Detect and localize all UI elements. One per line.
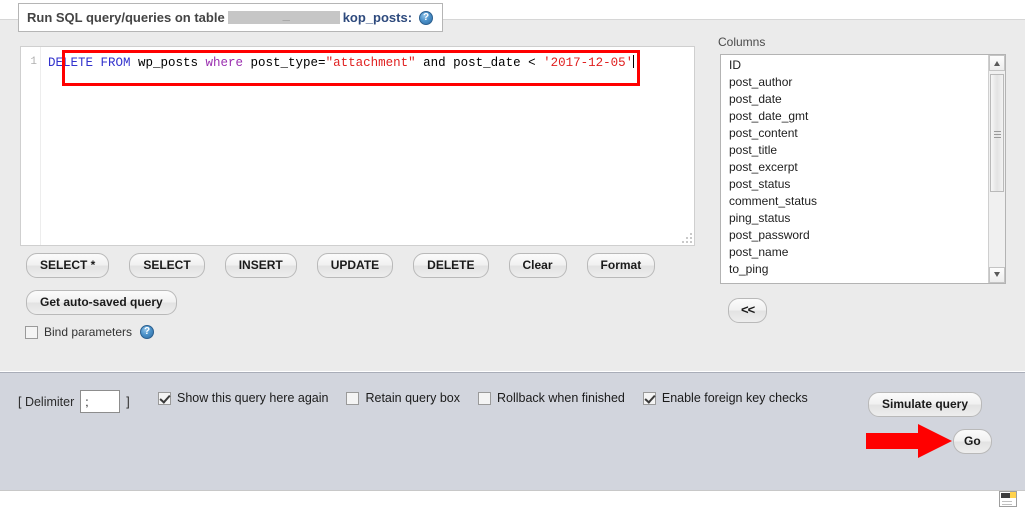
sql-token-string-attachment: "attachment" [325, 56, 416, 70]
columns-scrollbar[interactable] [988, 55, 1005, 283]
columns-list-box[interactable]: ID post_author post_date post_date_gmt p… [720, 54, 1006, 284]
update-button[interactable]: UPDATE [316, 253, 394, 278]
list-item[interactable]: post_date [729, 91, 994, 108]
insert-button[interactable]: INSERT [224, 253, 297, 278]
auto-saved-query-row: Get auto-saved query [26, 290, 177, 315]
retain-query-box-label: Retain query box [365, 391, 460, 405]
format-button[interactable]: Format [586, 253, 656, 278]
retain-query-box-checkbox[interactable] [346, 391, 360, 405]
enable-foreign-key-checks-option[interactable]: Enable foreign key checks [642, 391, 808, 405]
list-item[interactable]: post_password [729, 227, 994, 244]
retain-query-box-option[interactable]: Retain query box [346, 391, 460, 405]
list-item[interactable]: post_author [729, 74, 994, 91]
show-query-again-label: Show this query here again [177, 391, 329, 405]
list-item[interactable]: post_status [729, 176, 994, 193]
go-button[interactable]: Go [953, 429, 992, 454]
list-item[interactable]: post_date_gmt [729, 108, 994, 125]
enable-foreign-key-checks-label: Enable foreign key checks [661, 391, 808, 405]
columns-list: ID post_author post_date post_date_gmt p… [721, 57, 994, 278]
scroll-down-arrow-icon[interactable] [989, 267, 1005, 283]
delimiter-input[interactable] [80, 390, 121, 413]
console-icon-line [1002, 501, 1012, 502]
list-item[interactable]: ID [729, 57, 994, 74]
delimiter-close-bracket: ] [126, 394, 130, 409]
sql-token-string-date: '2017-12-05' [535, 56, 634, 70]
rollback-when-finished-option[interactable]: Rollback when finished [478, 391, 625, 405]
console-icon-tab [1010, 492, 1016, 498]
bind-parameters-label: Bind parameters [44, 325, 133, 339]
scroll-up-arrow-icon[interactable] [989, 55, 1005, 71]
insert-column-button[interactable]: << [728, 298, 768, 323]
console-icon-line [1002, 504, 1012, 505]
sql-query-textarea[interactable]: 1 DELETE FROM wp_posts where post_type="… [20, 46, 695, 246]
select-star-button[interactable]: SELECT * [26, 253, 110, 278]
list-item[interactable]: post_title [729, 142, 994, 159]
scrollbar-thumb[interactable] [990, 74, 1004, 192]
sql-token-table: wp_posts [130, 56, 206, 70]
bind-parameters-checkbox[interactable] [25, 325, 38, 339]
text-caret [633, 55, 635, 68]
simulate-query-row: Simulate query [868, 392, 983, 417]
page-title-bar: Run SQL query/queries on table kop_posts… [18, 3, 443, 32]
annotation-arrow-icon [866, 424, 952, 458]
delimiter-group: [ Delimiter ] [18, 390, 130, 413]
columns-panel-label: Columns [718, 35, 766, 49]
select-button[interactable]: SELECT [129, 253, 205, 278]
console-window-icon[interactable] [999, 491, 1017, 507]
show-query-again-option[interactable]: Show this query here again [158, 391, 328, 405]
list-item[interactable]: ping_status [729, 210, 994, 227]
sql-token-delete-from: DELETE FROM [48, 56, 131, 70]
enable-foreign-key-checks-checkbox[interactable] [642, 391, 656, 405]
redacted-table-prefix [227, 7, 340, 24]
list-item[interactable]: post_content [729, 125, 994, 142]
query-options-row: Show this query here again Retain query … [158, 391, 826, 405]
show-query-again-checkbox[interactable] [158, 391, 171, 405]
sql-token-operator: < [528, 56, 536, 70]
page-bottom-strip [0, 490, 1025, 519]
phpmyadmin-sql-page: Run SQL query/queries on table kop_posts… [0, 0, 1025, 519]
get-auto-saved-query-button[interactable]: Get auto-saved query [26, 290, 177, 315]
table-name-label: kop_posts: [342, 10, 413, 25]
clear-button[interactable]: Clear [508, 253, 567, 278]
list-item[interactable]: post_excerpt [729, 159, 994, 176]
rollback-when-finished-label: Rollback when finished [497, 391, 625, 405]
sql-token-column-posttype: post_type= [243, 56, 326, 70]
list-item[interactable]: to_ping [729, 261, 994, 278]
sql-token-and-postdate: and post_date [415, 56, 529, 70]
page-title: Run SQL query/queries on table [27, 10, 225, 25]
help-circle-icon[interactable] [419, 10, 434, 25]
rollback-when-finished-checkbox[interactable] [478, 391, 491, 405]
insert-columns-row: << [728, 298, 768, 323]
delimiter-open-bracket: [ Delimiter [18, 394, 75, 409]
list-item[interactable]: post_name [729, 244, 994, 261]
editor-line-gutter: 1 [21, 47, 41, 245]
delete-button[interactable]: DELETE [413, 253, 489, 278]
line-number: 1 [30, 56, 37, 68]
bind-parameters-help-icon[interactable] [140, 325, 155, 339]
go-button-row: Go [953, 429, 992, 454]
sql-token-where: where [205, 56, 244, 70]
query-template-buttons: SELECT * SELECT INSERT UPDATE DELETE Cle… [26, 253, 656, 278]
textarea-resize-handle[interactable] [682, 233, 692, 243]
simulate-query-button[interactable]: Simulate query [868, 392, 983, 417]
bind-parameters-row: Bind parameters [25, 325, 155, 339]
sql-query-text: DELETE FROM wp_posts where post_type="at… [48, 55, 635, 71]
list-item[interactable]: comment_status [729, 193, 994, 210]
